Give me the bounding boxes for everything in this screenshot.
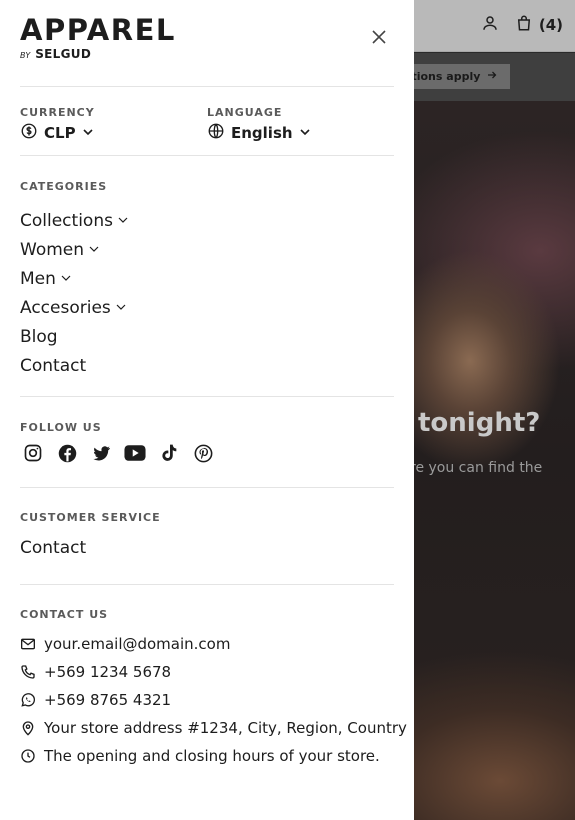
chevron-down-icon bbox=[299, 124, 311, 142]
contact-list: your.email@domain.com +569 1234 5678 +56… bbox=[20, 630, 407, 770]
social-links bbox=[22, 442, 214, 464]
divider bbox=[20, 86, 394, 87]
contact-whatsapp[interactable]: +569 8765 4321 bbox=[20, 686, 407, 714]
category-women[interactable]: Women bbox=[20, 235, 129, 264]
mail-icon bbox=[20, 636, 36, 652]
category-label: Men bbox=[20, 268, 56, 289]
contact-email[interactable]: your.email@domain.com bbox=[20, 630, 407, 658]
chevron-down-icon bbox=[60, 269, 72, 289]
brand-name: APPAREL bbox=[20, 13, 176, 47]
customer-service-label: CUSTOMER SERVICE bbox=[20, 511, 161, 524]
cart-button[interactable]: (4) bbox=[515, 14, 563, 36]
contact-address: Your store address #1234, City, Region, … bbox=[20, 714, 407, 742]
account-icon[interactable] bbox=[481, 14, 499, 36]
contact-email-text: your.email@domain.com bbox=[44, 635, 231, 653]
whatsapp-icon bbox=[20, 692, 36, 708]
contact-label: CONTACT US bbox=[20, 608, 109, 621]
instagram-icon[interactable] bbox=[22, 442, 44, 464]
divider bbox=[20, 487, 394, 488]
categories-list: Collections Women Men Accesories Blog Co… bbox=[20, 206, 129, 380]
category-label: Collections bbox=[20, 210, 113, 231]
dollar-circle-icon bbox=[20, 122, 38, 144]
close-icon[interactable] bbox=[370, 28, 388, 46]
youtube-icon[interactable] bbox=[124, 442, 146, 464]
map-pin-icon bbox=[20, 720, 36, 736]
menu-drawer: APPAREL BY SELGUD CURRENCY CLP LANGUAGE … bbox=[0, 0, 414, 820]
clock-icon bbox=[20, 748, 36, 764]
globe-icon bbox=[207, 122, 225, 144]
language-label: LANGUAGE bbox=[207, 106, 283, 119]
brand-logo[interactable]: APPAREL BY SELGUD bbox=[20, 15, 176, 61]
divider bbox=[20, 584, 394, 585]
chevron-down-icon bbox=[82, 124, 94, 142]
brand-subline: BY SELGUD bbox=[20, 47, 176, 61]
pinterest-icon[interactable] bbox=[192, 442, 214, 464]
category-label: Accesories bbox=[20, 297, 111, 318]
divider bbox=[20, 396, 394, 397]
category-label: Contact bbox=[20, 355, 87, 376]
chevron-down-icon bbox=[117, 211, 129, 231]
category-label: Blog bbox=[20, 326, 58, 347]
cart-count: (4) bbox=[538, 16, 563, 34]
brand-by: BY bbox=[20, 51, 31, 60]
contact-hours: The opening and closing hours of your st… bbox=[20, 742, 407, 770]
twitter-icon[interactable] bbox=[90, 442, 112, 464]
contact-address-text: Your store address #1234, City, Region, … bbox=[44, 719, 407, 737]
categories-label: CATEGORIES bbox=[20, 180, 108, 193]
phone-icon bbox=[20, 664, 36, 680]
divider bbox=[20, 155, 394, 156]
category-blog[interactable]: Blog bbox=[20, 322, 129, 351]
hero-subtitle: re you can find the bbox=[410, 460, 543, 476]
contact-phone[interactable]: +569 1234 5678 bbox=[20, 658, 407, 686]
category-contact[interactable]: Contact bbox=[20, 351, 129, 380]
chevron-down-icon bbox=[88, 240, 100, 260]
chevron-down-icon bbox=[115, 298, 127, 318]
currency-label: CURRENCY bbox=[20, 106, 95, 119]
category-collections[interactable]: Collections bbox=[20, 206, 129, 235]
bag-icon bbox=[515, 14, 533, 36]
category-accesories[interactable]: Accesories bbox=[20, 293, 129, 322]
brand-sub: SELGUD bbox=[35, 47, 92, 61]
category-men[interactable]: Men bbox=[20, 264, 129, 293]
contact-phone-text: +569 1234 5678 bbox=[44, 663, 172, 681]
hero-title: tonight? bbox=[418, 408, 541, 438]
currency-value: CLP bbox=[44, 124, 76, 142]
contact-hours-text: The opening and closing hours of your st… bbox=[44, 747, 380, 765]
arrow-right-icon bbox=[486, 69, 498, 84]
category-label: Women bbox=[20, 239, 85, 260]
currency-select[interactable]: CLP bbox=[20, 122, 94, 144]
customer-service-contact-link[interactable]: Contact bbox=[20, 538, 86, 558]
language-select[interactable]: English bbox=[207, 122, 311, 144]
language-value: English bbox=[231, 124, 293, 142]
facebook-icon[interactable] bbox=[56, 442, 78, 464]
follow-label: FOLLOW US bbox=[20, 421, 102, 434]
contact-whatsapp-text: +569 8765 4321 bbox=[44, 691, 172, 709]
tiktok-icon[interactable] bbox=[158, 442, 180, 464]
